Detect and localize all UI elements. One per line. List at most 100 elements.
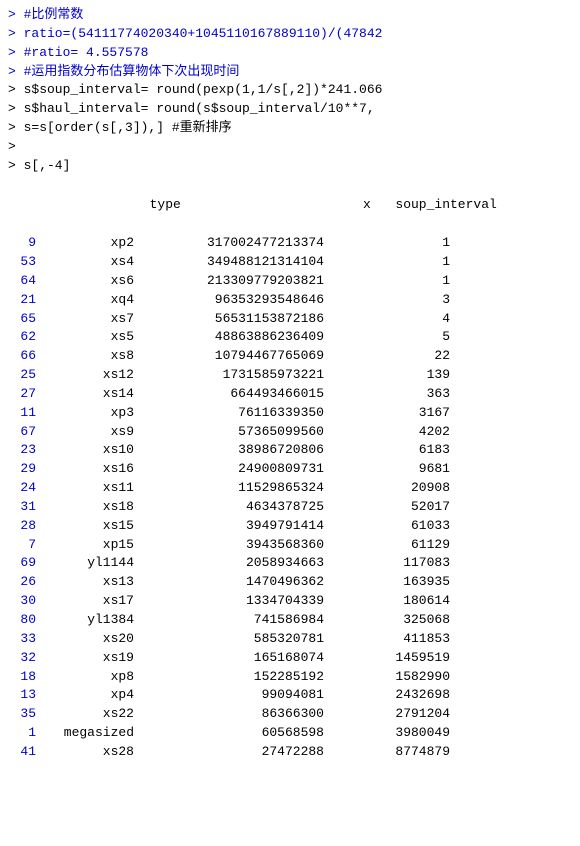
result-3: > #ratio= 4.557578 [8,44,148,63]
row-num: 1 [8,724,40,743]
table-row: 27xs14664493466015363 [8,385,572,404]
row-soup: 325068 [330,611,450,630]
table-row: 30xs171334704339180614 [8,592,572,611]
row-soup: 117083 [330,554,450,573]
row-soup: 1582990 [330,668,450,687]
row-num: 28 [8,517,40,536]
row-type: yl1144 [40,554,140,573]
table-row: 7xp15394356836061129 [8,536,572,555]
row-num: 9 [8,234,40,253]
code-line-5: > s$soup_interval= round(pexp(1,1/s[,2])… [8,81,572,100]
row-type: xp8 [40,668,140,687]
row-num: 30 [8,592,40,611]
table-row: 24xs111152986532420908 [8,479,572,498]
table-row: 11xp3761163393503167 [8,404,572,423]
row-soup: 1 [330,272,450,291]
table-row: 23xs10389867208066183 [8,441,572,460]
row-type: xs28 [40,743,140,762]
row-num: 53 [8,253,40,272]
row-x: 349488121314104 [140,253,330,272]
code-line-1: > #比例常数 [8,6,572,25]
row-x: 11529865324 [140,479,330,498]
table-row: 66xs81079446776506922 [8,347,572,366]
comment-4: > #运用指数分布估算物体下次出现时间 [8,63,239,82]
code-5: > s$soup_interval= round(pexp(1,1/s[,2])… [8,81,382,100]
row-type: xs7 [40,310,140,329]
code-6: > s$haul_interval= round(s$soup_interval… [8,100,375,119]
row-type: xs18 [40,498,140,517]
row-num: 7 [8,536,40,555]
row-num: 13 [8,686,40,705]
row-num: 80 [8,611,40,630]
table-row: 28xs15394979141461033 [8,517,572,536]
row-soup: 9681 [330,460,450,479]
row-soup: 5 [330,328,450,347]
row-type: xs4 [40,253,140,272]
row-soup: 52017 [330,498,450,517]
row-type: xs16 [40,460,140,479]
row-x: 3949791414 [140,517,330,536]
row-x: 1470496362 [140,573,330,592]
row-type: xs5 [40,328,140,347]
row-x: 24900809731 [140,460,330,479]
row-type: xs8 [40,347,140,366]
code-line-6: > s$haul_interval= round(s$soup_interval… [8,100,572,119]
row-x: 60568598 [140,724,330,743]
row-x: 317002477213374 [140,234,330,253]
row-type: yl1384 [40,611,140,630]
code-line-9: > s[,-4] [8,157,572,176]
row-x: 27472288 [140,743,330,762]
row-soup: 411853 [330,630,450,649]
table-row: 26xs131470496362163935 [8,573,572,592]
data-table: typexsoup_interval 9xp231700247721337415… [8,178,572,762]
table-row: 41xs28274722888774879 [8,743,572,762]
row-x: 213309779203821 [140,272,330,291]
table-row: 18xp81522851921582990 [8,668,572,687]
row-soup: 61033 [330,517,450,536]
row-num: 29 [8,460,40,479]
row-soup: 1 [330,253,450,272]
row-type: megasized [40,724,140,743]
code-line-3: > #ratio= 4.557578 [8,44,572,63]
row-x: 1731585973221 [140,366,330,385]
row-num: 18 [8,668,40,687]
row-x: 86366300 [140,705,330,724]
row-num: 66 [8,347,40,366]
row-x: 741586984 [140,611,330,630]
row-num: 31 [8,498,40,517]
code-8: > [8,138,16,157]
row-soup: 3167 [330,404,450,423]
table-row: 9xp23170024772133741 [8,234,572,253]
row-soup: 3980049 [330,724,450,743]
code-line-2: > ratio=(54111774020340+1045110167889110… [8,25,572,44]
row-type: xp3 [40,404,140,423]
row-soup: 180614 [330,592,450,611]
table-header: typexsoup_interval [8,178,572,235]
row-soup: 1 [330,234,450,253]
row-x: 56531153872186 [140,310,330,329]
row-soup: 1459519 [330,649,450,668]
row-x: 165168074 [140,649,330,668]
col-header-x: x [187,196,377,215]
row-type: xs10 [40,441,140,460]
row-x: 96353293548646 [140,291,330,310]
table-row: 13xp4990940812432698 [8,686,572,705]
table-row: 21xq4963532935486463 [8,291,572,310]
row-num: 23 [8,441,40,460]
row-soup: 4 [330,310,450,329]
row-type: xs13 [40,573,140,592]
console: > #比例常数 > ratio=(54111774020340+10451101… [0,0,580,846]
table-row: 80yl1384741586984325068 [8,611,572,630]
row-num: 24 [8,479,40,498]
row-type: xs14 [40,385,140,404]
row-soup: 6183 [330,441,450,460]
row-x: 3943568360 [140,536,330,555]
row-num: 35 [8,705,40,724]
table-row: 29xs16249008097319681 [8,460,572,479]
row-num: 67 [8,423,40,442]
row-type: xs11 [40,479,140,498]
row-type: xs20 [40,630,140,649]
table-row: 62xs5488638862364095 [8,328,572,347]
code-line-4: > #运用指数分布估算物体下次出现时间 [8,63,572,82]
table-row: 25xs121731585973221139 [8,366,572,385]
